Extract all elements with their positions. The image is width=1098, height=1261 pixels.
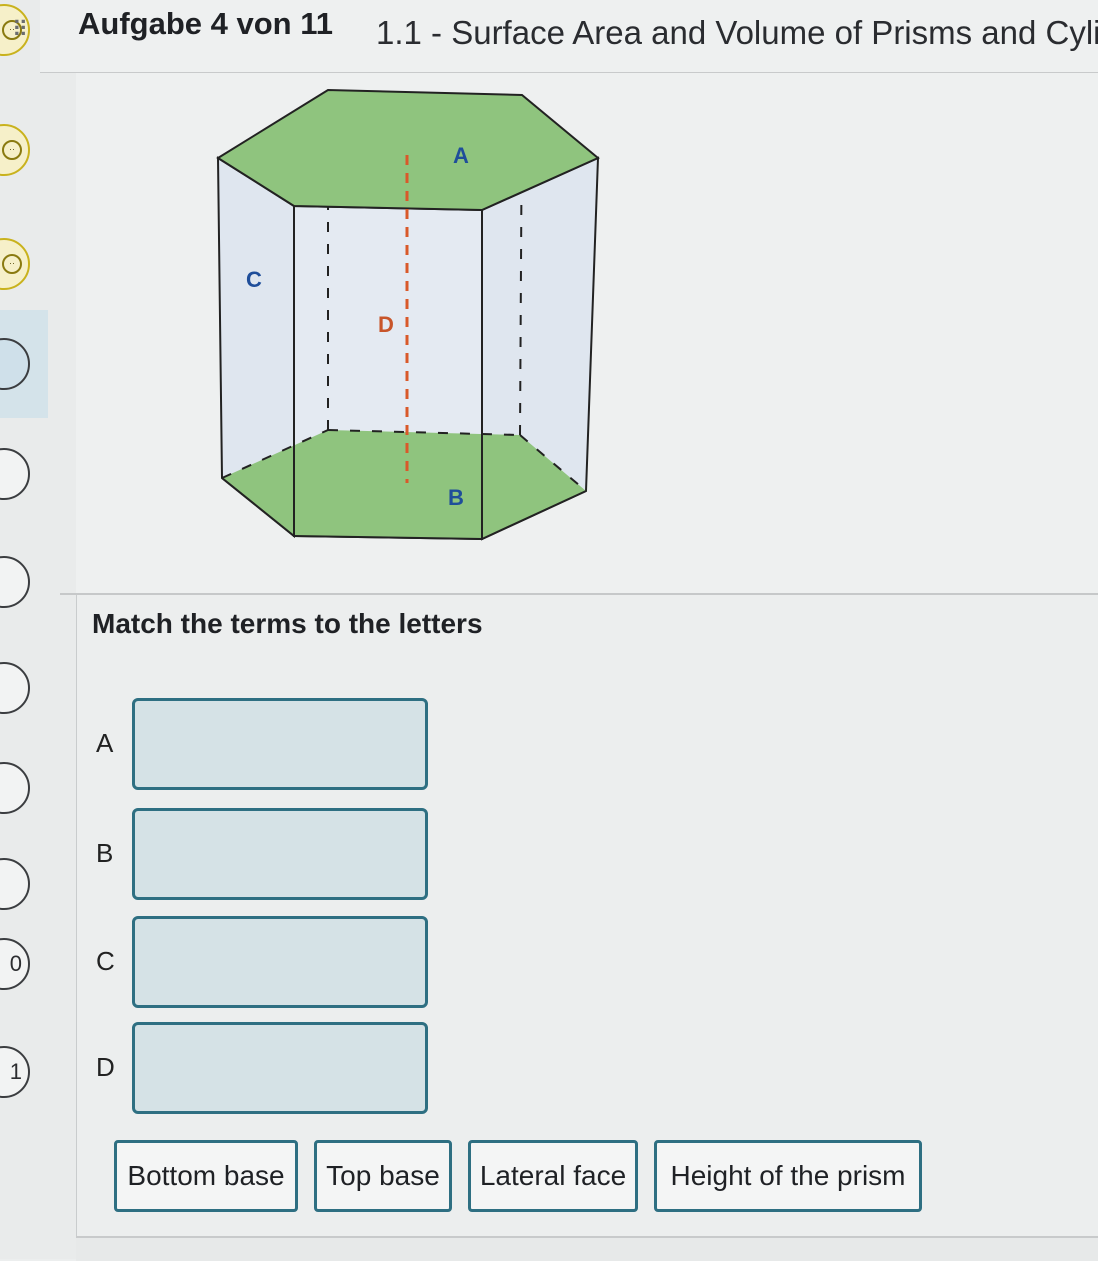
prism-figure: A B C D	[76, 73, 1098, 593]
match-letter: C	[96, 946, 115, 976]
match-letter: A	[96, 728, 114, 758]
match-letter: B	[96, 838, 114, 868]
match-letter: D	[96, 1052, 115, 1082]
task-sidebar: ·· ·· ·· 0 1	[0, 0, 77, 1259]
drag-dots-icon[interactable]: ⠿	[0, 10, 40, 50]
drop-slot-d[interactable]	[132, 1022, 428, 1114]
match-row-b: B	[96, 808, 436, 904]
task-title: 1.1 - Surface Area and Volume of Prisms …	[376, 14, 1098, 51]
task-dot-6[interactable]	[0, 556, 30, 608]
label-a: A	[453, 143, 469, 168]
match-row-c: C	[96, 916, 436, 1012]
task-header: ⠿ Aufgabe 4 von 11 1.1 - Surface Area an…	[12, 0, 1098, 73]
label-b: B	[448, 485, 464, 510]
task-number: 0	[9, 951, 22, 976]
hexagonal-prism-diagram: A B C D	[216, 88, 600, 541]
drop-slot-b[interactable]	[132, 808, 428, 900]
instruction-text: Match the terms to the letters	[92, 608, 483, 639]
task-dot-11[interactable]: 1	[0, 1046, 30, 1098]
task-dot-3[interactable]: ··	[0, 238, 30, 290]
task-number: 1	[9, 1059, 22, 1084]
choice-chip-height[interactable]: Height of the prism	[654, 1140, 922, 1212]
neutral-face-icon: ··	[2, 254, 22, 274]
drop-slot-c[interactable]	[132, 916, 428, 1008]
answer-choices: Bottom base Top base Lateral face Height…	[114, 1140, 934, 1216]
choice-chip-bottom-base[interactable]: Bottom base	[114, 1140, 298, 1212]
task-dot-2[interactable]: ··	[0, 124, 30, 176]
task-dot-8[interactable]	[0, 762, 30, 814]
task-dot-7[interactable]	[0, 662, 30, 714]
label-c: C	[246, 267, 262, 292]
match-row-d: D	[96, 1022, 436, 1118]
task-dot-5[interactable]	[0, 448, 30, 500]
task-dot-10[interactable]: 0	[0, 938, 30, 990]
task-dot-9[interactable]	[0, 858, 30, 910]
smiley-face-icon: ··	[2, 140, 22, 160]
drop-slot-a[interactable]	[132, 698, 428, 790]
label-d: D	[378, 312, 394, 337]
choice-chip-lateral-face[interactable]: Lateral face	[468, 1140, 638, 1212]
section-divider	[60, 593, 1098, 595]
page-footer	[76, 1236, 1098, 1261]
task-counter: Aufgabe 4 von 11	[78, 6, 333, 41]
choice-chip-top-base[interactable]: Top base	[314, 1140, 452, 1212]
match-row-a: A	[96, 698, 436, 794]
